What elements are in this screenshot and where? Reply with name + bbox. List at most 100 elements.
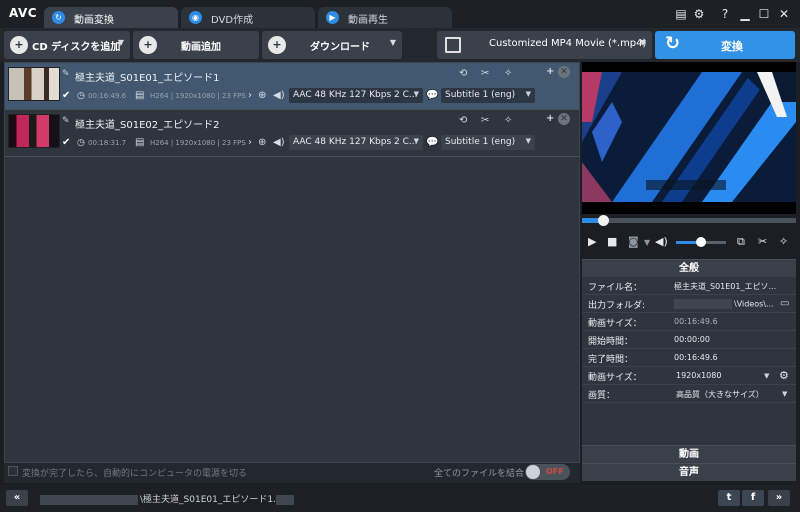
rotate-icon[interactable]: ⟲ [459,115,467,126]
general-section-header[interactable]: 全般 [582,259,796,277]
file-checkbox[interactable]: ✔ [62,138,72,148]
shutdown-checkbox[interactable] [8,466,18,476]
property-row: 完了時間： 00:16:49.6 [582,349,796,367]
chevron-down-icon[interactable]: ▼ [764,372,769,380]
magic-wand-icon[interactable]: ✧ [779,235,788,248]
output-folder-value: \Videos\... [734,299,774,309]
seek-handle[interactable] [598,215,609,226]
subtitle-select[interactable]: Subtitle 1 (eng) ▼ [441,135,535,150]
play-icon: ▶ [326,11,339,24]
chevron-down-icon[interactable]: ▼ [640,38,646,47]
tab-label: DVD作成 [211,15,254,26]
download-globe-icon: + [268,36,286,54]
add-film-icon: + [139,36,157,54]
merge-files-toggle[interactable]: OFF [525,464,570,480]
volume-handle[interactable] [696,237,706,247]
scissors-icon[interactable]: ✂ [758,235,767,248]
magic-wand-icon[interactable]: ✧ [504,68,512,79]
tab-dvd-create[interactable]: ◉ DVD作成 [181,7,315,28]
output-folder-field[interactable]: \Videos\... [674,299,774,309]
merge-files-label: 全てのファイルを結合 [434,469,525,479]
subtitle-icon: 💬 [426,137,439,148]
property-label: 動画サイズ： [588,319,642,329]
end-time-value[interactable]: 00:16:49.6 [674,353,792,362]
subtitle-select[interactable]: Subtitle 1 (eng) ▼ [441,88,535,103]
seek-bar[interactable] [582,218,796,223]
tab-video-play[interactable]: ▶ 動画再生 [318,7,452,28]
quality-select[interactable]: 高品質（大きなサイズ） [676,389,780,400]
scissors-icon[interactable]: ✂ [481,68,489,79]
add-cd-label: CD ディスクを追加 [32,42,121,53]
download-button[interactable]: + ダウンロード ▼ [262,31,402,59]
video-thumbnail[interactable] [8,67,60,101]
minimize-icon[interactable]: ▁ [737,6,753,22]
video-section-header[interactable]: 動画 [582,445,796,463]
target-icon[interactable]: ⊕ [258,90,266,101]
magic-wand-icon[interactable]: ✧ [504,115,512,126]
camera-icon[interactable]: ◙ [628,235,639,248]
preview-frame [582,62,796,214]
start-time-value[interactable]: 00:00:00 [674,335,792,344]
redacted-block [40,494,138,505]
add-video-button[interactable]: + 動画追加 [133,31,259,59]
collapse-left-button[interactable]: « [6,490,28,506]
chevron-down-icon[interactable]: ▼ [782,390,787,398]
register-icon[interactable]: ▤ [673,6,689,22]
file-row[interactable]: ✎ 極主夫道_S01E01_エピソード1 ✔ ◷ 00:16:49.6 ▤ H2… [5,63,579,110]
file-checkbox[interactable]: ✔ [62,91,72,101]
audio-section-header[interactable]: 音声 [582,463,796,481]
property-row: 出力フォルダ: \Videos\... ▭ [582,295,796,313]
tab-label: 動画変換 [74,15,114,26]
crop-icon[interactable]: ⧉ [737,235,745,249]
play-icon[interactable]: ▶ [588,235,596,248]
chevron-down-icon[interactable]: ▼ [644,238,650,247]
expand-right-button[interactable]: » [768,490,790,506]
convert-label: 変換 [721,40,743,53]
add-icon[interactable]: + [546,113,554,124]
gear-icon[interactable]: ⚙ [779,369,789,382]
video-preview[interactable] [582,62,796,214]
video-size-select[interactable]: 1920x1080 [676,371,764,380]
add-cd-button[interactable]: + CD ディスクを追加 ▼ [4,31,130,59]
chevron-down-icon[interactable]: ▼ [390,38,396,47]
property-label: 画質： [588,391,616,401]
download-label: ダウンロード [310,42,370,53]
audio-track-select[interactable]: AAC 48 KHz 127 Kbps 2 C... ▼ [289,88,423,103]
folder-icon[interactable]: ▭ [780,298,789,309]
tab-video-convert[interactable]: ↻ 動画変換 [44,7,178,28]
audio-track-select[interactable]: AAC 48 KHz 127 Kbps 2 C... ▼ [289,135,423,150]
remove-icon[interactable]: ✕ [558,113,570,125]
chevron-down-icon[interactable]: ▼ [118,38,124,47]
output-path-text: \極主夫道_S01E01_エピソード1. [140,495,276,505]
help-button[interactable]: ? [717,6,733,22]
output-path[interactable]: \極主夫道_S01E01_エピソード1. [40,492,296,505]
profile-select[interactable]: Customized MP4 Movie (*.mp4) ▼ [437,31,652,59]
add-icon[interactable]: + [546,66,554,77]
volume-icon[interactable]: ◀) [655,235,668,248]
convert-button[interactable]: ↻ 変換 [655,31,795,59]
chevron-right-icon: › [248,137,252,148]
chevron-down-icon: ▼ [413,90,419,98]
twitter-icon[interactable]: t [718,490,740,506]
maximize-icon[interactable]: ☐ [756,6,772,22]
file-row[interactable]: ✎ 極主夫道_S01E02_エピソード2 ✔ ◷ 00:18:31.7 ▤ H2… [5,110,579,157]
refresh-icon: ↻ [52,11,65,24]
property-label: 出力フォルダ: [588,301,646,311]
target-icon[interactable]: ⊕ [258,137,266,148]
video-thumbnail[interactable] [8,114,60,148]
property-value: 極主夫道_S01E01_エピソ... [674,282,777,291]
edit-icon[interactable]: ✎ [62,69,70,79]
property-row: 動画サイズ： 1920x1080 ▼ ⚙ [582,367,796,385]
facebook-icon[interactable]: f [742,490,764,506]
chevron-down-icon: ▼ [413,137,419,145]
disc-icon: ◉ [189,11,202,24]
stop-icon[interactable]: ■ [607,235,617,248]
edit-icon[interactable]: ✎ [62,116,70,126]
property-row: ファイル名： 極主夫道_S01E01_エピソ... [582,277,796,295]
gear-icon[interactable]: ⚙ [691,6,707,22]
close-icon[interactable]: ✕ [776,6,792,22]
film-icon [445,37,461,53]
remove-icon[interactable]: ✕ [558,66,570,78]
rotate-icon[interactable]: ⟲ [459,68,467,79]
scissors-icon[interactable]: ✂ [481,115,489,126]
